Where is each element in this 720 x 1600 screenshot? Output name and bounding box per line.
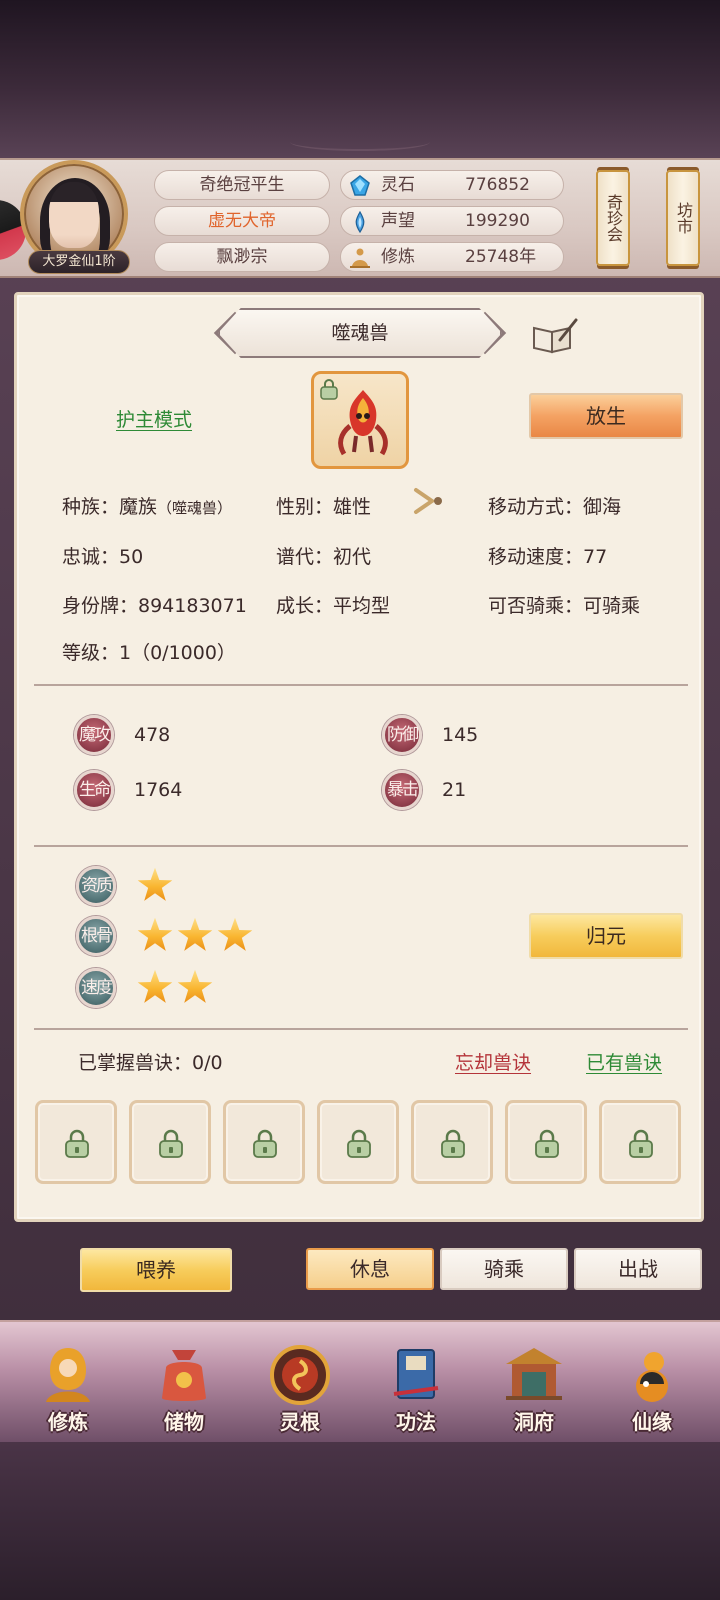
lock-icon	[253, 1129, 277, 1158]
feed-button[interactable]: 喂养	[80, 1248, 232, 1292]
magic-attack-badge: 魔攻	[74, 715, 114, 755]
crit-badge: 暴击	[382, 770, 422, 810]
hp-value: 1764	[134, 779, 183, 801]
level-info: 等级：1（0/1000）	[62, 642, 236, 664]
pet-name-title: 噬魂兽	[218, 308, 502, 358]
realm-tag: 大罗金仙1阶	[28, 250, 130, 274]
skill-slot[interactable]	[129, 1100, 211, 1184]
growth-info: 成长：平均型	[276, 595, 391, 617]
skill-slot[interactable]	[223, 1100, 305, 1184]
nav-label: 修炼	[48, 1410, 88, 1434]
divider	[34, 845, 688, 847]
resource-value: 776852	[465, 175, 530, 195]
lock-icon	[347, 1129, 371, 1158]
player-name: 奇绝冠平生	[154, 170, 330, 200]
magic-attack-value: 478	[134, 724, 171, 746]
mastered-skills-count: 已掌握兽诀：0/0	[78, 1052, 223, 1074]
gender-info: 性别：雄性	[276, 496, 372, 518]
race-info: 种族：魔族（噬魂兽）	[62, 492, 232, 519]
player-title: 虚无大帝	[154, 206, 330, 236]
nav-label: 储物	[164, 1410, 204, 1434]
nav-label: 洞府	[514, 1410, 554, 1434]
spirit-root-icon	[270, 1345, 330, 1405]
bottom-background	[0, 1442, 720, 1600]
lock-icon	[441, 1129, 465, 1158]
race-sub: （噬魂兽）	[157, 499, 233, 517]
ride-button[interactable]: 骑乘	[440, 1248, 568, 1290]
rideable-info: 可否骑乘：可骑乘	[488, 595, 641, 617]
resource-cultivation: 修炼 25748年	[340, 242, 564, 272]
aptitude-badge: 资质	[76, 866, 116, 906]
rest-button[interactable]: 休息	[306, 1248, 434, 1290]
resource-value: 199290	[465, 211, 530, 231]
race-label: 种族：	[62, 496, 120, 518]
treasure-fair-button[interactable]: 奇珍会	[596, 170, 630, 266]
lock-icon	[535, 1129, 559, 1158]
divider	[34, 684, 688, 686]
market-button[interactable]: 坊市	[666, 170, 700, 266]
nav-technique[interactable]: 功法	[368, 1336, 464, 1440]
storage-bag-icon	[162, 1350, 206, 1401]
resource-reputation: 声望 199290	[340, 206, 564, 236]
skill-slot[interactable]	[411, 1100, 493, 1184]
generation-info: 谱代：初代	[276, 546, 372, 568]
top-ornament	[290, 133, 430, 151]
skill-slot[interactable]	[599, 1100, 681, 1184]
fate-gourd-icon	[636, 1352, 668, 1402]
nav-label: 仙缘	[632, 1410, 672, 1434]
speed-badge: 速度	[76, 968, 116, 1008]
reputation-icon	[355, 211, 365, 233]
spirit-stone-icon	[350, 175, 370, 196]
lock-icon	[159, 1129, 183, 1158]
pet-portrait[interactable]	[311, 371, 409, 469]
player-sect: 飘渺宗	[154, 242, 330, 272]
reset-button[interactable]: 归元	[529, 913, 683, 959]
move-type-info: 移动方式：御海	[488, 496, 622, 518]
id-card-info: 身份牌：894183071	[62, 595, 247, 617]
resource-label: 声望	[381, 211, 415, 231]
technique-book-icon	[393, 1349, 439, 1399]
hp-badge: 生命	[74, 770, 114, 810]
lock-icon	[65, 1129, 89, 1158]
move-speed-info: 移动速度：77	[488, 546, 608, 568]
nav-label: 功法	[396, 1410, 436, 1434]
nav-cave-mansion[interactable]: 洞府	[486, 1336, 582, 1440]
cultivate-icon	[350, 248, 370, 268]
skill-slot[interactable]	[35, 1100, 117, 1184]
guard-mode-link[interactable]: 护主模式	[116, 405, 192, 432]
battle-button[interactable]: 出战	[574, 1248, 702, 1290]
owned-skills-link[interactable]: 已有兽诀	[586, 1048, 662, 1075]
nav-cultivate[interactable]: 修炼	[20, 1336, 116, 1440]
bone-badge: 根骨	[76, 916, 116, 956]
soul-beast-icon	[338, 390, 388, 456]
defense-badge: 防御	[382, 715, 422, 755]
cave-mansion-icon	[506, 1348, 562, 1400]
nav-storage[interactable]: 储物	[136, 1336, 232, 1440]
nav-label: 灵根	[280, 1410, 320, 1434]
defense-value: 145	[442, 724, 479, 746]
skill-slot[interactable]	[317, 1100, 399, 1184]
nav-spirit-root[interactable]: 灵根	[252, 1336, 348, 1440]
crit-value: 21	[442, 779, 467, 801]
skill-slot[interactable]	[505, 1100, 587, 1184]
cultivate-nav-icon	[46, 1348, 90, 1402]
nav-fate[interactable]: 仙缘	[604, 1336, 700, 1440]
divider	[34, 1028, 688, 1030]
loyalty-info: 忠诚：50	[62, 546, 144, 568]
resource-value: 25748年	[465, 247, 537, 267]
resource-label: 灵石	[381, 175, 415, 195]
rename-book-icon[interactable]	[530, 318, 578, 354]
race-value: 魔族	[119, 496, 158, 518]
resource-spirit-stone: 灵石 776852	[340, 170, 564, 200]
lock-icon	[629, 1129, 653, 1158]
avatar-face	[49, 182, 99, 248]
release-button[interactable]: 放生	[529, 393, 683, 439]
forget-skill-link[interactable]: 忘却兽诀	[455, 1048, 531, 1075]
male-gender-icon	[414, 488, 442, 514]
resource-label: 修炼	[381, 247, 415, 267]
